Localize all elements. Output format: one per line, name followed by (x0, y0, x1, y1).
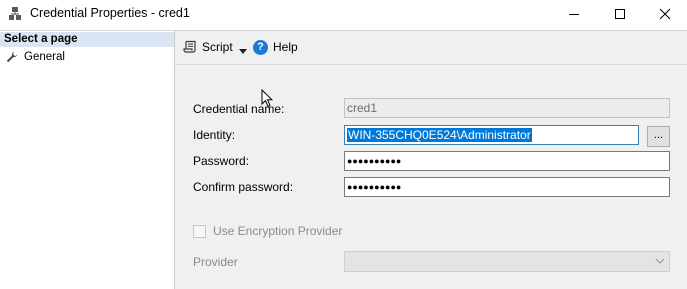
properties-pane: Script ? Help Credential name: cred1 Ide… (175, 30, 687, 289)
caret-down-icon (239, 48, 247, 54)
wrench-icon (6, 51, 18, 62)
script-icon (183, 40, 196, 53)
title-bar: Credential Properties - cred1 (0, 0, 687, 28)
script-button[interactable]: Script (183, 38, 233, 56)
select-page-header: Select a page (0, 32, 174, 47)
identity-field[interactable]: WIN-355CHQ0E524\Administrator (344, 125, 639, 145)
confirm-password-field[interactable]: ●●●●●●●●●● (344, 177, 670, 197)
browse-identity-button[interactable]: ... (647, 126, 670, 147)
help-label: Help (273, 40, 298, 54)
confirm-password-label: Confirm password: (193, 180, 294, 194)
identity-value: WIN-355CHQ0E524\Administrator (347, 128, 532, 142)
close-icon (659, 8, 671, 20)
maximize-button[interactable] (597, 0, 643, 28)
server-icon (9, 7, 21, 20)
close-button[interactable] (642, 0, 687, 28)
page-selector-pane: Select a page General (0, 30, 175, 289)
minimize-button[interactable] (551, 0, 597, 28)
provider-label: Provider (193, 255, 238, 269)
use-encryption-provider-checkbox[interactable]: Use Encryption Provider (193, 224, 342, 238)
provider-select[interactable] (344, 251, 670, 272)
script-dropdown-button[interactable] (239, 42, 247, 60)
help-button[interactable]: ? Help (253, 38, 298, 56)
credential-name-field: cred1 (344, 98, 670, 118)
password-label: Password: (193, 154, 250, 168)
maximize-icon (615, 9, 625, 19)
minimize-icon (569, 14, 579, 15)
identity-label: Identity: (193, 128, 236, 142)
page-item-general[interactable]: General (6, 49, 65, 64)
help-icon: ? (253, 39, 268, 55)
window-title: Credential Properties - cred1 (30, 6, 190, 20)
checkbox-box (193, 224, 206, 238)
chevron-down-icon (655, 258, 665, 264)
page-item-label: General (24, 50, 65, 63)
mouse-cursor-icon (261, 89, 273, 108)
script-label: Script (202, 40, 233, 54)
toolbar: Script ? Help (175, 31, 687, 65)
use-encryption-provider-label: Use Encryption Provider (213, 224, 343, 238)
password-field[interactable]: ●●●●●●●●●● (344, 151, 670, 171)
